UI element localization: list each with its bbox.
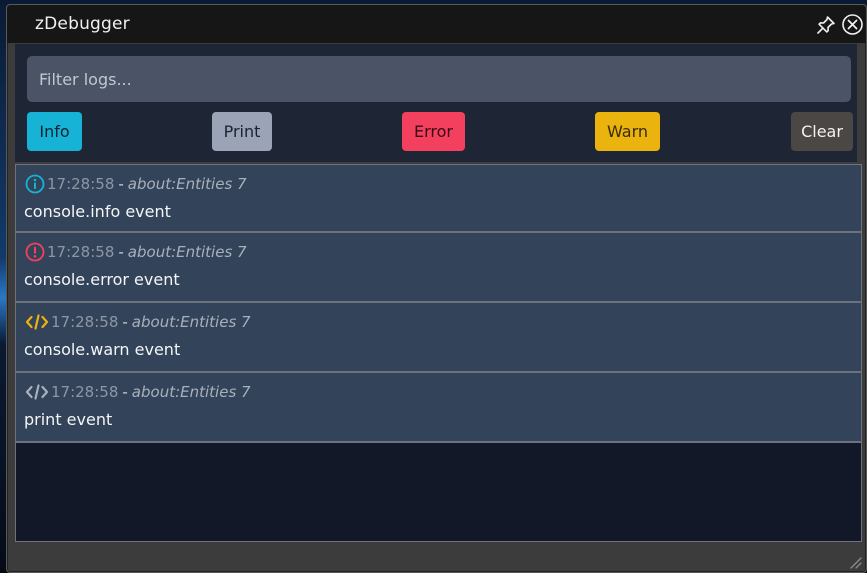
title-bar[interactable]: zDebugger <box>7 5 866 43</box>
log-source: about:Entities 7 <box>127 243 247 261</box>
log-message: console.warn event <box>24 340 181 359</box>
log-timestamp: 17:28:58 <box>47 243 115 261</box>
log-timestamp: 17:28:58 <box>47 175 115 193</box>
log-list[interactable]: 17:28:58 - about:Entities 7 console.info… <box>15 164 862 542</box>
debugger-window: zDebugger Info Print Error Warn Clear <box>6 4 867 573</box>
close-icon[interactable] <box>841 13 864 36</box>
log-separator: - <box>122 383 128 401</box>
log-entry-print: 17:28:58 - about:Entities 7 print event <box>16 373 861 443</box>
warn-filter-button[interactable]: Warn <box>595 112 660 151</box>
clear-logs-button[interactable]: Clear <box>791 112 853 151</box>
log-meta: 17:28:58 - about:Entities 7 <box>25 312 251 332</box>
code-icon <box>25 382 49 402</box>
log-entry-info: 17:28:58 - about:Entities 7 console.info… <box>16 165 861 233</box>
info-filter-button[interactable]: Info <box>27 112 82 151</box>
resize-grip-icon[interactable] <box>848 554 862 569</box>
error-filter-button[interactable]: Error <box>402 112 465 151</box>
log-meta: 17:28:58 - about:Entities 7 <box>25 174 247 194</box>
print-filter-button[interactable]: Print <box>212 112 272 151</box>
code-icon <box>25 312 49 332</box>
log-separator: - <box>118 175 124 193</box>
info-circle-icon <box>25 174 45 194</box>
log-timestamp: 17:28:58 <box>51 383 119 401</box>
log-meta: 17:28:58 - about:Entities 7 <box>25 382 251 402</box>
window-title: zDebugger <box>35 14 130 34</box>
log-message: print event <box>24 410 113 429</box>
log-source: about:Entities 7 <box>127 175 247 193</box>
log-toolbar: Info Print Error Warn Clear <box>15 44 857 162</box>
log-meta: 17:28:58 - about:Entities 7 <box>25 242 247 262</box>
log-source: about:Entities 7 <box>131 313 251 331</box>
log-source: about:Entities 7 <box>131 383 251 401</box>
pin-icon[interactable] <box>815 14 837 36</box>
log-separator: - <box>118 243 124 261</box>
log-separator: - <box>122 313 128 331</box>
filter-logs-input[interactable] <box>27 56 851 102</box>
exclamation-circle-icon <box>25 242 45 262</box>
log-message: console.error event <box>24 270 180 289</box>
log-timestamp: 17:28:58 <box>51 313 119 331</box>
log-message: console.info event <box>24 202 171 221</box>
log-entry-error: 17:28:58 - about:Entities 7 console.erro… <box>16 233 861 303</box>
log-entry-warn: 17:28:58 - about:Entities 7 console.warn… <box>16 303 861 373</box>
